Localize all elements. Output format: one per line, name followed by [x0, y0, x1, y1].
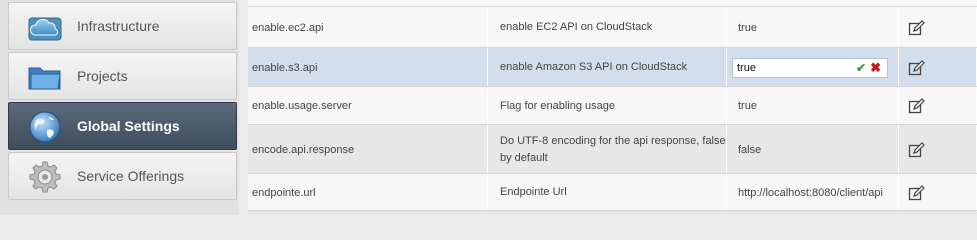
- edit-icon[interactable]: [908, 97, 926, 115]
- table-row-selected[interactable]: enable.s3.api enable Amazon S3 API on Cl…: [248, 48, 977, 87]
- edit-icon[interactable]: [908, 184, 926, 202]
- setting-description: enable EC2 API on CloudStack: [488, 7, 727, 48]
- table-row: [248, 0, 977, 7]
- sidebar-item-service-offerings[interactable]: Service Offerings: [8, 152, 237, 200]
- edit-icon[interactable]: [908, 19, 926, 37]
- edit-cell: [899, 174, 977, 211]
- table-row: [248, 211, 977, 215]
- table-row[interactable]: encode.api.response Do UTF-8 encoding fo…: [248, 125, 977, 174]
- table-row[interactable]: enable.usage.server Flag for enabling us…: [248, 87, 977, 125]
- sidebar-item-label: Projects: [77, 68, 128, 84]
- table-row[interactable]: enable.ec2.api enable EC2 API on CloudSt…: [248, 7, 977, 48]
- edit-icon[interactable]: [908, 141, 926, 159]
- setting-value: true: [727, 87, 899, 125]
- edit-cell: [899, 48, 977, 87]
- value-input-text: true: [737, 61, 756, 74]
- setting-name: enable.ec2.api: [248, 7, 488, 48]
- setting-name: endpointe.url: [248, 174, 488, 211]
- sidebar-item-infrastructure[interactable]: Infrastructure: [8, 2, 237, 50]
- sidebar: Infrastructure Projects Global Settings …: [0, 0, 239, 215]
- sidebar-item-label: Global Settings: [77, 118, 180, 134]
- sidebar-item-global-settings[interactable]: Global Settings: [8, 102, 237, 150]
- setting-value: http://localhost:8080/client/api: [727, 174, 899, 211]
- confirm-check-icon[interactable]: ✔: [856, 61, 866, 75]
- edit-cell: [899, 125, 977, 174]
- setting-name: enable.usage.server: [248, 87, 488, 125]
- setting-description: Flag for enabling usage: [488, 87, 727, 125]
- sidebar-item-label: Service Offerings: [77, 168, 185, 184]
- sidebar-item-label: Infrastructure: [77, 18, 160, 34]
- setting-value: false: [727, 125, 899, 174]
- setting-name: enable.s3.api: [248, 48, 488, 87]
- globe-icon: [27, 110, 63, 144]
- folder-icon: [27, 60, 63, 94]
- sidebar-item-projects[interactable]: Projects: [8, 52, 237, 100]
- setting-description: Do UTF-8 encoding for the api response, …: [488, 125, 727, 174]
- setting-value-editor: true ✔ ✖: [727, 48, 899, 87]
- edit-cell: [899, 7, 977, 48]
- setting-name: encode.api.response: [248, 125, 488, 174]
- edit-icon[interactable]: [908, 59, 926, 77]
- setting-description-text: Do UTF-8 encoding for the api response, …: [500, 134, 726, 164]
- setting-description: Endpointe Url: [488, 174, 727, 211]
- global-settings-page: Infrastructure Projects Global Settings …: [0, 0, 977, 215]
- value-input[interactable]: true ✔ ✖: [732, 57, 888, 78]
- edit-cell: [899, 87, 977, 125]
- gear-icon: [27, 160, 63, 194]
- table-row[interactable]: endpointe.url Endpointe Url http://local…: [248, 174, 977, 211]
- setting-description: enable Amazon S3 API on CloudStack: [488, 48, 727, 87]
- setting-value: true: [727, 7, 899, 48]
- settings-table: enable.ec2.api enable EC2 API on CloudSt…: [248, 0, 977, 215]
- cancel-x-icon[interactable]: ✖: [870, 60, 881, 76]
- cloud-icon: [27, 10, 63, 44]
